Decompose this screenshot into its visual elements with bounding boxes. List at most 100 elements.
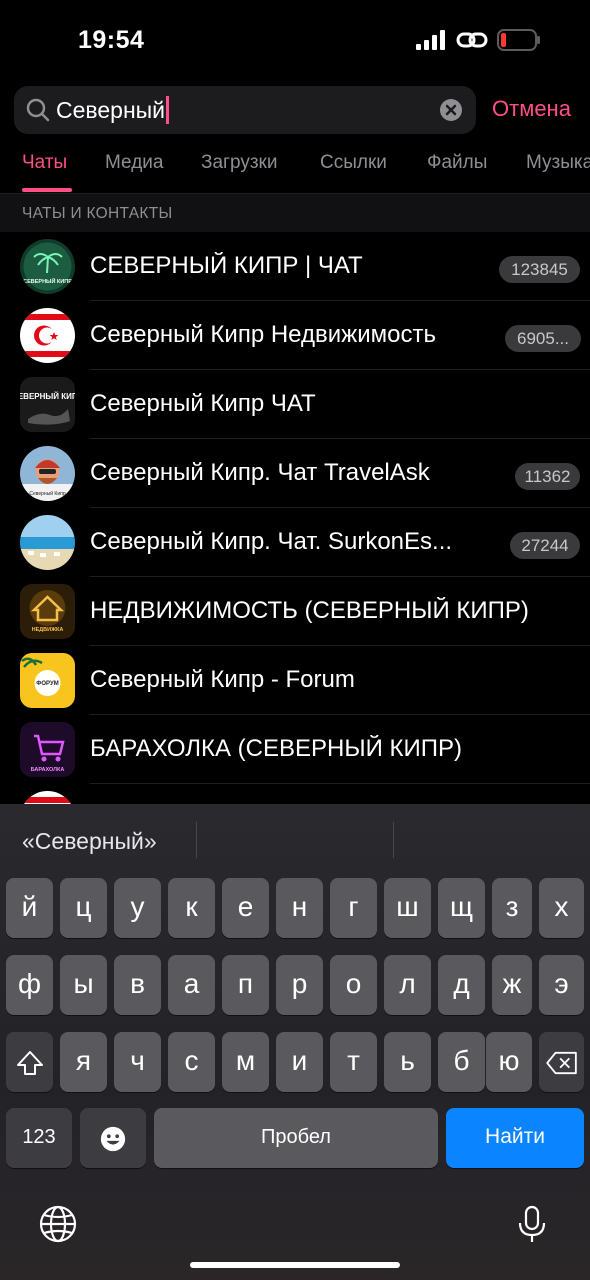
key[interactable]: я	[60, 1032, 107, 1092]
microphone-icon[interactable]	[512, 1204, 552, 1244]
avatar-lettering: СЕВЕРНЫЙ КИПР	[23, 277, 72, 285]
chat-avatar	[20, 308, 75, 363]
cyprus-chat-logo-icon: СЕВЕРНЫЙ КИПР	[20, 377, 75, 432]
search-bar[interactable]: Северный	[14, 86, 476, 134]
key[interactable]: ь	[384, 1032, 431, 1092]
key[interactable]: щ	[438, 878, 485, 938]
chat-row[interactable]: СЕВЕРНЫЙ КИПР СЕВЕРНЫЙ КИПР | ЧАТ 123845	[0, 232, 590, 301]
chat-title: НЕДВИЖИМОСТЬ (СЕВЕРНЫЙ КИПР)	[90, 597, 529, 624]
home-indicator	[190, 1262, 400, 1268]
key[interactable]: н	[276, 878, 323, 938]
avatar-lettering: Северный Кипр	[29, 490, 66, 497]
forum-logo-icon: ФОРУМ	[20, 653, 75, 708]
key[interactable]: у	[114, 878, 161, 938]
key[interactable]: й	[6, 878, 53, 938]
chat-avatar: Северный Кипр	[20, 446, 75, 501]
globe-icon[interactable]	[38, 1204, 78, 1244]
status-bar: 19:54	[0, 0, 590, 80]
key[interactable]: с	[168, 1032, 215, 1092]
chat-avatar: СЕВЕРНЫЙ КИПР	[20, 239, 75, 294]
clear-search-icon[interactable]	[440, 99, 462, 121]
search-input[interactable]: Северный	[56, 96, 170, 124]
key[interactable]: т	[330, 1032, 377, 1092]
shift-icon	[16, 1050, 43, 1075]
key[interactable]: и	[276, 1032, 323, 1092]
chat-title: Северный Кипр - Forum	[90, 666, 355, 693]
key[interactable]: г	[330, 878, 377, 938]
member-count-badge: 123845	[499, 256, 580, 283]
cancel-button[interactable]: Отмена	[492, 96, 571, 122]
divider	[196, 822, 197, 858]
key[interactable]: е	[222, 878, 269, 938]
key[interactable]: к	[168, 878, 215, 938]
key[interactable]: ч	[114, 1032, 161, 1092]
key[interactable]: п	[222, 955, 269, 1015]
north-cyprus-flag-icon	[20, 308, 75, 363]
key[interactable]: х	[539, 878, 584, 938]
section-header: ЧАТЫ И КОНТАКТЫ	[0, 194, 590, 232]
key[interactable]: ц	[60, 878, 107, 938]
chat-avatar: НЕДВИЖКА	[20, 584, 75, 639]
key[interactable]: ы	[60, 955, 107, 1015]
search-go-key[interactable]: Найти	[446, 1108, 584, 1168]
keyboard: «Северный» й ц у к е н г ш щ з х ф ы в а…	[0, 804, 590, 1280]
tab-media[interactable]: Медиа	[105, 152, 163, 174]
chat-row[interactable]: Северный Кипр. Чат. SurkonEs... 27244	[0, 508, 590, 577]
key[interactable]: з	[492, 878, 532, 938]
tab-links[interactable]: Ссылки	[320, 152, 387, 174]
key[interactable]: б	[438, 1032, 485, 1092]
active-tab-indicator	[22, 188, 72, 192]
chat-avatar: СЕВЕРНЫЙ КИПР	[20, 377, 75, 432]
member-count-badge: 6905...	[505, 325, 581, 352]
palm-logo-icon: СЕВЕРНЫЙ КИПР	[20, 239, 75, 294]
chat-row[interactable]: НЕДВИЖКА НЕДВИЖИМОСТЬ (СЕВЕРНЫЙ КИПР)	[0, 577, 590, 646]
chat-title: СЕВЕРНЫЙ КИПР | ЧАТ	[90, 252, 363, 279]
chat-row[interactable]: Северный Кипр Недвижимость 6905...	[0, 301, 590, 370]
chat-title: БАРАХОЛКА (СЕВЕРНЫЙ КИПР)	[90, 735, 462, 762]
travel-avatar-icon: Северный Кипр	[20, 446, 75, 501]
emoji-key[interactable]	[80, 1108, 146, 1168]
tab-music[interactable]: Музыка	[526, 152, 590, 174]
flea-market-logo-icon: БАРАХОЛКА	[20, 722, 75, 777]
avatar-lettering: НЕДВИЖКА	[32, 627, 64, 633]
space-key[interactable]: Пробел	[154, 1108, 438, 1168]
tab-downloads[interactable]: Загрузки	[201, 152, 277, 174]
key[interactable]: э	[539, 955, 584, 1015]
real-estate-logo-icon: НЕДВИЖКА	[20, 584, 75, 639]
key[interactable]: в	[114, 955, 161, 1015]
chat-row[interactable]: Северный Кипр Северный Кипр. Чат TravelA…	[0, 439, 590, 508]
key[interactable]: д	[438, 955, 485, 1015]
chat-row[interactable]: СЕВЕРНЫЙ КИПР Северный Кипр ЧАТ	[0, 370, 590, 439]
backspace-icon	[545, 1051, 577, 1074]
avatar-lettering: БАРАХОЛКА	[31, 767, 65, 773]
numbers-key[interactable]: 123	[6, 1108, 72, 1168]
chat-title: Северный Кипр. Чат TravelAsk	[90, 459, 430, 486]
key[interactable]: ш	[384, 878, 431, 938]
chat-avatar: БАРАХОЛКА	[20, 722, 75, 777]
tab-files[interactable]: Файлы	[427, 152, 487, 174]
search-filter-tabs: Чаты Медиа Загрузки Ссылки Файлы Музыка	[0, 140, 590, 192]
backspace-key[interactable]	[539, 1032, 584, 1092]
text-caret	[166, 96, 170, 124]
key[interactable]: а	[168, 955, 215, 1015]
chat-avatar: ФОРУМ	[20, 653, 75, 708]
beach-photo-icon	[20, 515, 75, 570]
key[interactable]: ю	[486, 1032, 532, 1092]
key[interactable]: л	[384, 955, 431, 1015]
key[interactable]: м	[222, 1032, 269, 1092]
keyboard-suggestion[interactable]: «Северный»	[22, 828, 157, 855]
status-time: 19:54	[78, 26, 145, 54]
search-query-text: Северный	[56, 97, 166, 123]
chat-row[interactable]: БАРАХОЛКА БАРАХОЛКА (СЕВЕРНЫЙ КИПР)	[0, 715, 590, 784]
tab-chats[interactable]: Чаты	[22, 152, 67, 174]
battery-icon	[497, 29, 540, 51]
shift-key[interactable]	[6, 1032, 53, 1092]
key[interactable]: ф	[6, 955, 53, 1015]
chat-row[interactable]: ФОРУМ Северный Кипр - Forum	[0, 646, 590, 715]
key[interactable]: р	[276, 955, 323, 1015]
chat-title: Северный Кипр ЧАТ	[90, 390, 316, 417]
search-icon	[26, 98, 50, 122]
key[interactable]: о	[330, 955, 377, 1015]
chat-title: Северный Кипр. Чат. SurkonEs...	[90, 528, 453, 555]
key[interactable]: ж	[492, 955, 532, 1015]
